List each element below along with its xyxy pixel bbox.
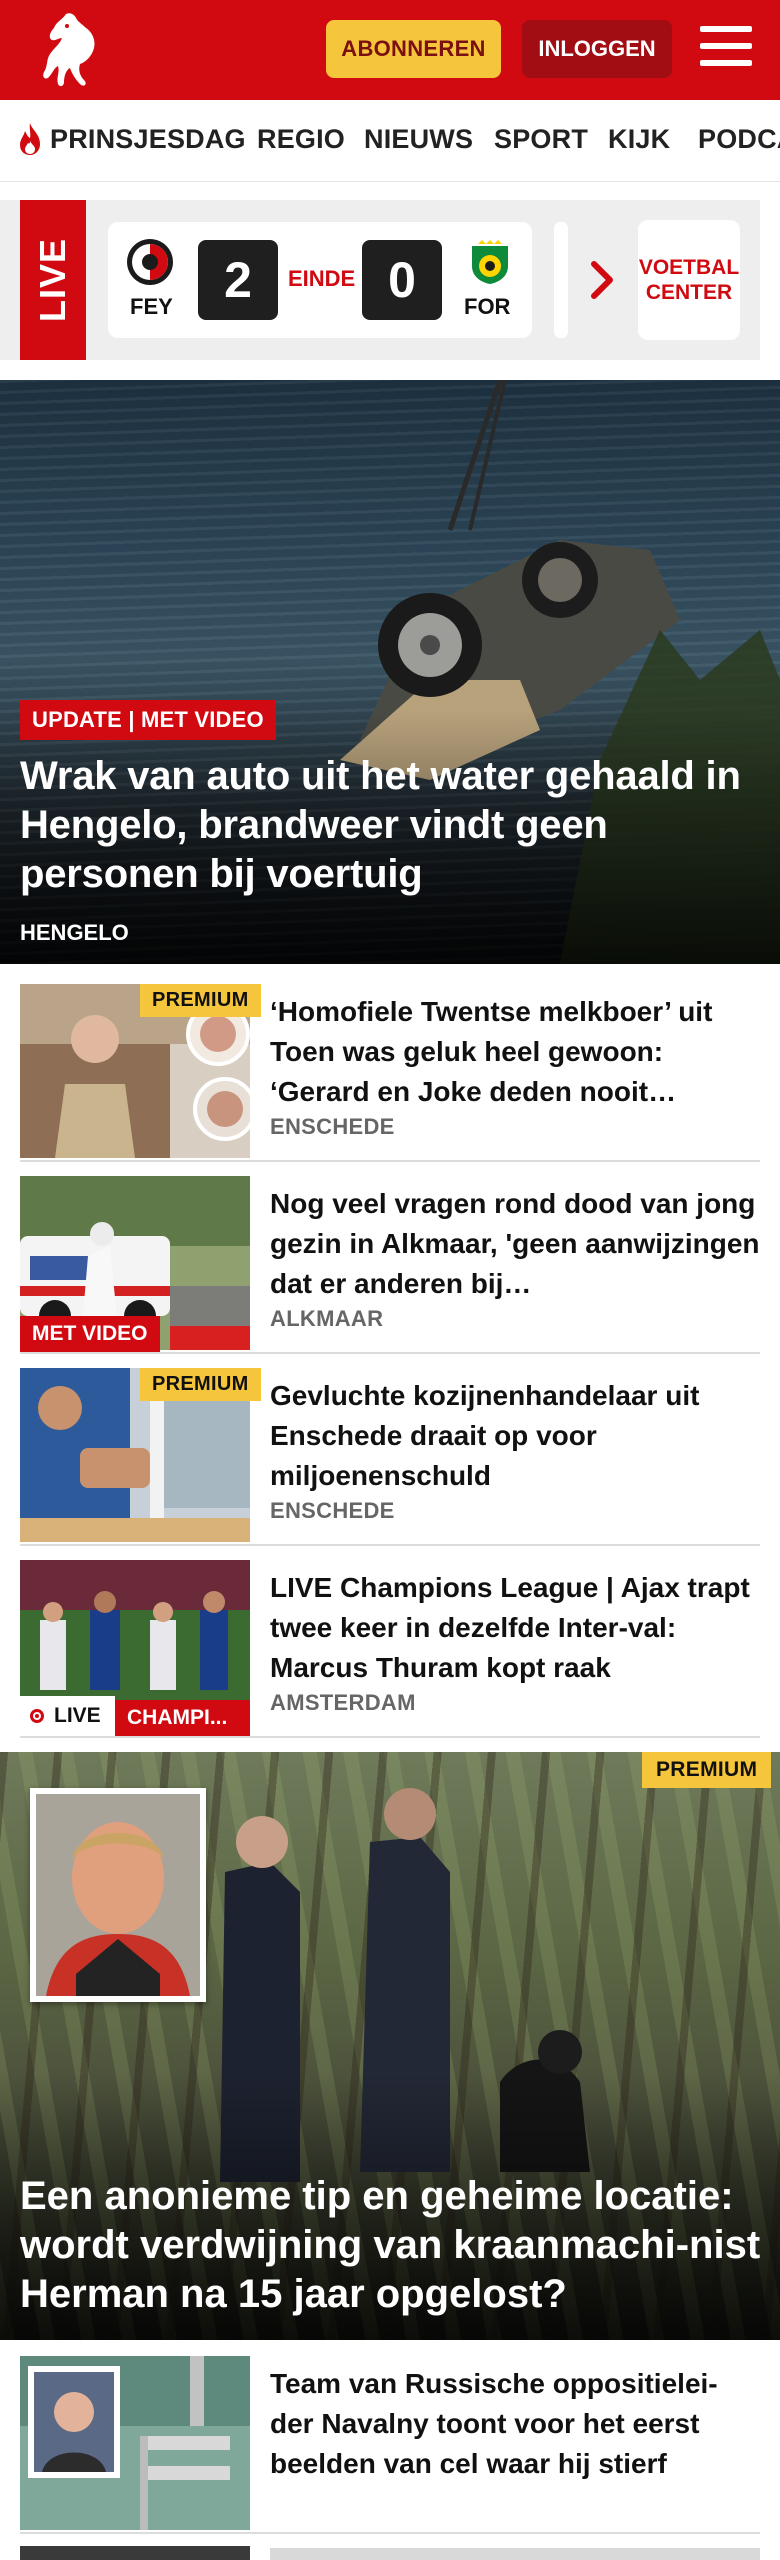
- category-badge: CHAMPI...: [115, 1700, 250, 1736]
- away-score: 0: [362, 240, 442, 320]
- match-card[interactable]: FEY 2 EINDE 0 FOR: [108, 222, 532, 338]
- subscribe-button[interactable]: ABONNEREN: [326, 20, 501, 78]
- nav-item-podcast[interactable]: PODCA: [698, 124, 780, 155]
- live-dot-icon: [30, 1709, 44, 1723]
- voetbal-center-link[interactable]: VOETBAL CENTER: [638, 220, 740, 340]
- article-row[interactable]: Team van Russische oppositielei-der Nava…: [20, 2356, 760, 2534]
- article-title[interactable]: Gevluchte kozijnenhandelaar uit Enschede…: [270, 1376, 760, 1496]
- nav-item-regio[interactable]: REGIO: [257, 124, 345, 155]
- portrait-photo: [30, 1788, 206, 2002]
- article-row[interactable]: LIVE CHAMPI... LIVE Champions League | A…: [20, 1560, 760, 1738]
- hero-title[interactable]: Wrak van auto uit het water gehaald in H…: [20, 752, 760, 899]
- match-status: EINDE: [288, 266, 356, 291]
- flame-icon: [16, 122, 44, 156]
- next-match-card[interactable]: [554, 222, 568, 338]
- article-location: ENSCHEDE: [270, 1498, 395, 1523]
- hero-article[interactable]: UPDATE | MET VIDEO Wrak van auto uit het…: [0, 380, 780, 964]
- feature-title[interactable]: Een anonieme tip en geheime locatie: wor…: [20, 2172, 770, 2319]
- premium-badge: PREMIUM: [140, 984, 261, 1017]
- article-thumbnail: [20, 2356, 250, 2530]
- home-team: FEY: [130, 294, 173, 319]
- nav-item-sport[interactable]: SPORT: [494, 124, 588, 155]
- next-article-thumbnail: [20, 2546, 250, 2560]
- login-button[interactable]: INLOGGEN: [522, 20, 672, 78]
- premium-badge: PREMIUM: [642, 1752, 772, 1788]
- video-badge: MET VIDEO: [20, 1316, 160, 1352]
- chevron-right-icon[interactable]: [588, 258, 618, 302]
- away-team: FOR: [464, 294, 511, 319]
- next-article-title-placeholder: [270, 2548, 760, 2560]
- nav-item-nieuws[interactable]: NIEUWS: [364, 124, 473, 155]
- hero-location: HENGELO: [20, 920, 129, 945]
- article-row[interactable]: MET VIDEO Nog veel vragen rond dood van …: [20, 1176, 760, 1354]
- horse-logo-icon[interactable]: [36, 10, 106, 90]
- live-label: LIVE: [20, 200, 86, 360]
- fortuna-logo-icon: [466, 238, 514, 286]
- article-row[interactable]: PREMIUM ‘Homofiele Twentse melkboer’ uit…: [20, 984, 760, 1162]
- article-row[interactable]: PREMIUM Gevluchte kozijnenhandelaar uit …: [20, 1368, 760, 1546]
- article-title[interactable]: Nog veel vragen rond dood van jong gezin…: [270, 1184, 760, 1304]
- article-title[interactable]: LIVE Champions League | Ajax trapt twee …: [270, 1568, 760, 1688]
- top-bar: ABONNEREN INLOGGEN: [0, 0, 780, 100]
- premium-badge: PREMIUM: [140, 1368, 261, 1401]
- article-location: ENSCHEDE: [270, 1114, 395, 1139]
- article-title[interactable]: ‘Homofiele Twentse melkboer’ uit Toen wa…: [270, 992, 760, 1112]
- feature-article[interactable]: PREMIUM Een anonieme tip en geheime loca…: [0, 1752, 780, 2340]
- nav-item-prinsjesdag[interactable]: PRINSJESDAG: [50, 124, 246, 155]
- update-video-badge: UPDATE | MET VIDEO: [20, 700, 276, 740]
- article-location: AMSTERDAM: [270, 1690, 416, 1715]
- home-score: 2: [198, 240, 278, 320]
- hamburger-icon[interactable]: [700, 26, 752, 72]
- live-indicator: LIVE: [20, 1696, 115, 1736]
- live-score-bar: LIVE FEY 2 EINDE 0 FOR VOETBAL CENTER: [0, 200, 760, 360]
- nav-item-kijk[interactable]: KIJK: [608, 124, 670, 155]
- article-title[interactable]: Team van Russische oppositielei-der Nava…: [270, 2364, 760, 2484]
- section-nav: PRINSJESDAG REGIO NIEUWS SPORT KIJK PODC…: [0, 100, 780, 182]
- feyenoord-logo-icon: [126, 238, 174, 286]
- article-location: ALKMAAR: [270, 1306, 384, 1331]
